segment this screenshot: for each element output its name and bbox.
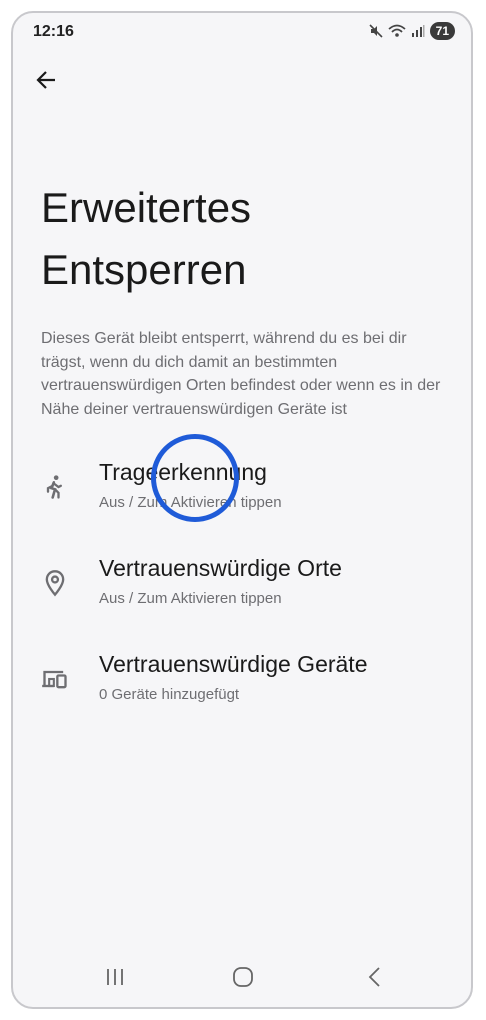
mute-icon	[369, 24, 383, 38]
navigation-bar	[13, 947, 471, 1007]
recent-apps-icon	[107, 969, 123, 985]
setting-trusted-devices[interactable]: Vertrauenswürdige Geräte 0 Geräte hinzug…	[13, 651, 471, 741]
battery-badge: 71	[429, 22, 455, 40]
page-title: Erweitertes Entsperren	[41, 177, 251, 301]
status-bar: 12:16 71	[13, 13, 471, 51]
nav-back-button[interactable]	[357, 959, 393, 995]
walking-person-icon	[46, 475, 62, 499]
arrow-left-icon	[36, 71, 55, 89]
page-title-line2: Entsperren	[41, 246, 247, 293]
setting-on-body-detection[interactable]: Trageerkennung Aus / Zum Aktivieren tipp…	[13, 459, 471, 549]
status-icons: 71	[369, 22, 455, 40]
home-button[interactable]	[225, 959, 261, 995]
setting-label: Trageerkennung	[99, 459, 267, 485]
setting-sub: Aus / Zum Aktivieren tippen	[99, 590, 282, 607]
setting-sub: 0 Geräte hinzugefügt	[99, 686, 240, 703]
setting-trusted-places[interactable]: Vertrauenswürdige Orte Aus / Zum Aktivie…	[13, 555, 471, 645]
home-icon	[233, 967, 253, 987]
page-title-line1: Erweitertes	[41, 184, 252, 231]
back-button[interactable]	[31, 65, 61, 95]
phone-frame: 12:16 71 Erweitertes Entsperren Dieses G…	[11, 11, 473, 1009]
page-description: Dieses Gerät bleibt entsperrt, während d…	[41, 330, 441, 418]
recent-apps-button[interactable]	[97, 959, 133, 995]
wifi-icon	[388, 24, 406, 37]
devices-icon	[42, 670, 67, 689]
status-time: 12:16	[33, 23, 74, 40]
location-pin-icon	[45, 570, 65, 597]
signal-icon	[411, 25, 425, 37]
setting-label: Vertrauenswürdige Geräte	[99, 651, 368, 677]
setting-label: Vertrauenswürdige Orte	[99, 555, 342, 581]
chevron-left-icon	[368, 967, 380, 987]
setting-sub: Aus / Zum Aktivieren tippen	[99, 494, 282, 511]
